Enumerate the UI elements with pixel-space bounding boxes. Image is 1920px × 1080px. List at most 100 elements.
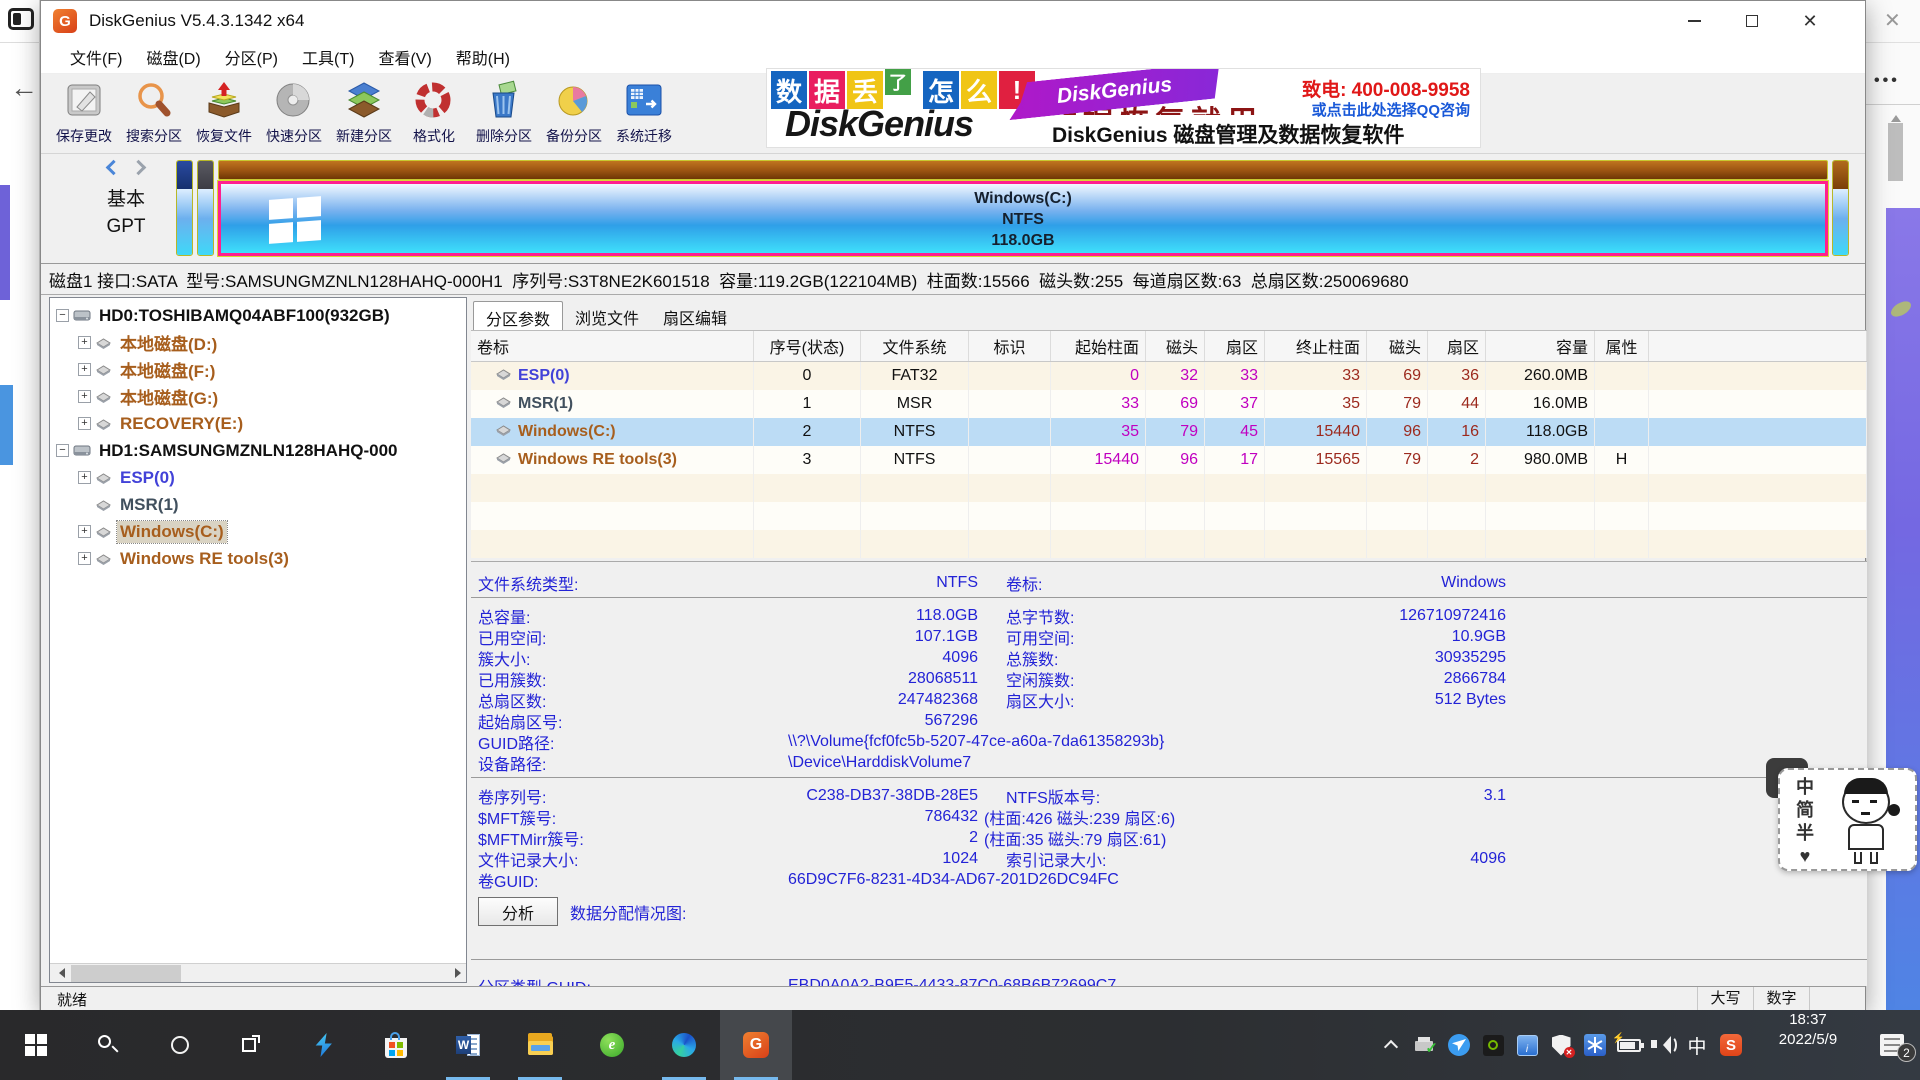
action-center-button[interactable]: 2 <box>1864 1010 1920 1080</box>
tree-item-5[interactable]: −HD1:SAMSUNGMZNLN128HAHQ-000 <box>50 437 466 464</box>
banner-qq-link[interactable]: 或点击此处选择QQ咨询 <box>1312 99 1470 120</box>
partition-block-esp[interactable] <box>176 160 193 256</box>
taskbar-app-search[interactable] <box>72 1010 144 1080</box>
tree-item-4[interactable]: +RECOVERY(E:) <box>50 410 466 437</box>
menu-item-1[interactable]: 磁盘(D) <box>134 41 212 73</box>
column-header-label: 磁头 <box>1389 334 1421 358</box>
minimize-button[interactable] <box>1665 1 1723 41</box>
toolbar-button-system-migration[interactable]: 系统迁移 <box>609 74 679 152</box>
taskbar-app-task-view[interactable] <box>216 1010 288 1080</box>
column-header-6[interactable]: 扇区 <box>1205 331 1265 361</box>
column-header-10[interactable]: 容量 <box>1486 331 1595 361</box>
table-row-ESP(0)[interactable]: ESP(0)0FAT3203233336936260.0MB <box>471 362 1867 390</box>
menu-item-3[interactable]: 工具(T) <box>290 41 366 73</box>
table-row-Windows RE tools(3)[interactable]: Windows RE tools(3)3NTFS1544096171556579… <box>471 446 1867 474</box>
toolbar-button-recover-files[interactable]: 恢复文件 <box>189 74 259 152</box>
column-header-11[interactable]: 属性 <box>1595 331 1649 361</box>
cell: NTFS <box>861 446 969 474</box>
close-button[interactable]: ✕ <box>1781 1 1839 41</box>
expand-box-icon[interactable]: + <box>78 525 91 538</box>
table-row-Windows(C:)[interactable]: Windows(C:)2NTFS357945154409616118.0GB <box>471 418 1867 446</box>
column-header-4[interactable]: 起始柱面 <box>1051 331 1146 361</box>
column-header-0[interactable]: 卷标 <box>471 331 754 361</box>
ad-banner[interactable]: 数据恢复就用DiskGenius 数据丢了怎么! DiskGenius Disk… <box>766 68 1481 148</box>
toolbar-button-quick-partition[interactable]: 快速分区 <box>259 74 329 152</box>
toolbar-button-delete-partition[interactable]: 删除分区 <box>469 74 539 152</box>
scroll-right-arrow[interactable] <box>447 964 466 983</box>
column-header-2[interactable]: 文件系统 <box>861 331 969 361</box>
taskbar-app-diskgenius[interactable]: G <box>720 1010 792 1080</box>
column-header-5[interactable]: 磁头 <box>1146 331 1205 361</box>
prev-disk-arrow-icon[interactable] <box>106 160 122 176</box>
column-header-3[interactable]: 标识 <box>969 331 1051 361</box>
toolbar-button-label: 备份分区 <box>546 126 602 146</box>
menu-item-5[interactable]: 帮助(H) <box>444 41 522 73</box>
column-header-1[interactable]: 序号(状态) <box>754 331 861 361</box>
expand-box-icon[interactable]: + <box>78 552 91 565</box>
tab-1[interactable]: 浏览文件 <box>563 301 651 330</box>
toolbar-button-format[interactable]: 格式化 <box>399 74 469 152</box>
tray-defender-shield[interactable]: ✕ <box>1546 1010 1576 1080</box>
column-header-7[interactable]: 终止柱面 <box>1265 331 1367 361</box>
tray-volume[interactable] <box>1648 1010 1678 1080</box>
tray-intel[interactable]: i <box>1512 1010 1542 1080</box>
tray-ime-language[interactable]: 中 <box>1682 1010 1712 1080</box>
tree-item-9[interactable]: +Windows RE tools(3) <box>50 545 466 572</box>
tab-2[interactable]: 扇区编辑 <box>651 301 739 330</box>
partition-icon <box>495 423 512 442</box>
taskbar-app-word[interactable]: W <box>432 1010 504 1080</box>
tree-horizontal-scrollbar[interactable] <box>50 963 466 982</box>
tree-item-3[interactable]: +本地磁盘(G:) <box>50 383 466 410</box>
collapse-box-icon[interactable]: − <box>56 309 69 322</box>
tree-item-6[interactable]: +ESP(0) <box>50 464 466 491</box>
column-header-9[interactable]: 扇区 <box>1428 331 1486 361</box>
partition-block-msr[interactable] <box>197 160 214 256</box>
tray-nvidia[interactable] <box>1478 1010 1508 1080</box>
taskbar-app-edge[interactable] <box>648 1010 720 1080</box>
collapse-box-icon[interactable]: − <box>56 444 69 457</box>
tab-0[interactable]: 分区参数 <box>473 301 563 330</box>
partition-block-windows-c[interactable]: Windows(C:) NTFS 118.0GB <box>218 160 1828 256</box>
taskbar-clock[interactable]: 18:37 2022/5/9 <box>1760 1010 1856 1080</box>
tree-item-2[interactable]: +本地磁盘(F:) <box>50 356 466 383</box>
toolbar-button-new-partition[interactable]: 新建分区 <box>329 74 399 152</box>
scroll-left-arrow[interactable] <box>50 964 69 983</box>
toolbar-button-search-partition[interactable]: 搜索分区 <box>119 74 189 152</box>
maximize-button[interactable] <box>1723 1 1781 41</box>
column-header-label: 序号(状态) <box>770 334 845 358</box>
table-row-MSR(1)[interactable]: MSR(1)1MSR33693735794416.0MB <box>471 390 1867 418</box>
partition-block-re-tools[interactable] <box>1832 160 1849 256</box>
tray-printer[interactable]: ✓ <box>1410 1010 1440 1080</box>
menu-item-0[interactable]: 文件(F) <box>58 41 134 73</box>
expand-box-icon[interactable]: + <box>78 390 91 403</box>
scrollbar-thumb[interactable] <box>71 965 181 982</box>
expand-box-icon[interactable]: + <box>78 417 91 430</box>
expand-box-icon[interactable]: + <box>78 471 91 484</box>
menu-item-2[interactable]: 分区(P) <box>213 41 290 73</box>
ime-status-widget[interactable]: 中简半♥ <box>1778 768 1917 871</box>
column-header-8[interactable]: 磁头 <box>1367 331 1428 361</box>
tree-item-label: Windows(C:) <box>117 521 227 543</box>
taskbar-app-ms-store[interactable] <box>360 1010 432 1080</box>
tree-item-7[interactable]: MSR(1) <box>50 491 466 518</box>
taskbar-app-file-explorer[interactable] <box>504 1010 576 1080</box>
tree-item-0[interactable]: −HD0:TOSHIBAMQ04ABF100(932GB) <box>50 302 466 329</box>
expand-box-icon[interactable]: + <box>78 336 91 349</box>
tree-item-1[interactable]: +本地磁盘(D:) <box>50 329 466 356</box>
taskbar-app-cortana[interactable] <box>144 1010 216 1080</box>
taskbar-app-start[interactable] <box>0 1010 72 1080</box>
tray-tray-expand-chevron[interactable] <box>1376 1010 1406 1080</box>
expand-box-icon[interactable]: + <box>78 363 91 376</box>
tray-sogou[interactable]: S <box>1716 1010 1746 1080</box>
tree-item-8[interactable]: + Windows(C:) <box>50 518 466 545</box>
tray-snowflake[interactable] <box>1580 1010 1610 1080</box>
tray-messenger-bird[interactable] <box>1444 1010 1474 1080</box>
next-disk-arrow-icon[interactable] <box>131 160 147 176</box>
analyze-button[interactable]: 分析 <box>478 897 558 926</box>
taskbar-app-green-browser[interactable]: e <box>576 1010 648 1080</box>
toolbar-button-save-changes[interactable]: 保存更改 <box>49 74 119 152</box>
menu-item-4[interactable]: 查看(V) <box>366 41 443 73</box>
taskbar-app-flash-app[interactable] <box>288 1010 360 1080</box>
toolbar-button-backup-partition[interactable]: 备份分区 <box>539 74 609 152</box>
tray-battery[interactable]: ⚡ <box>1614 1010 1644 1080</box>
